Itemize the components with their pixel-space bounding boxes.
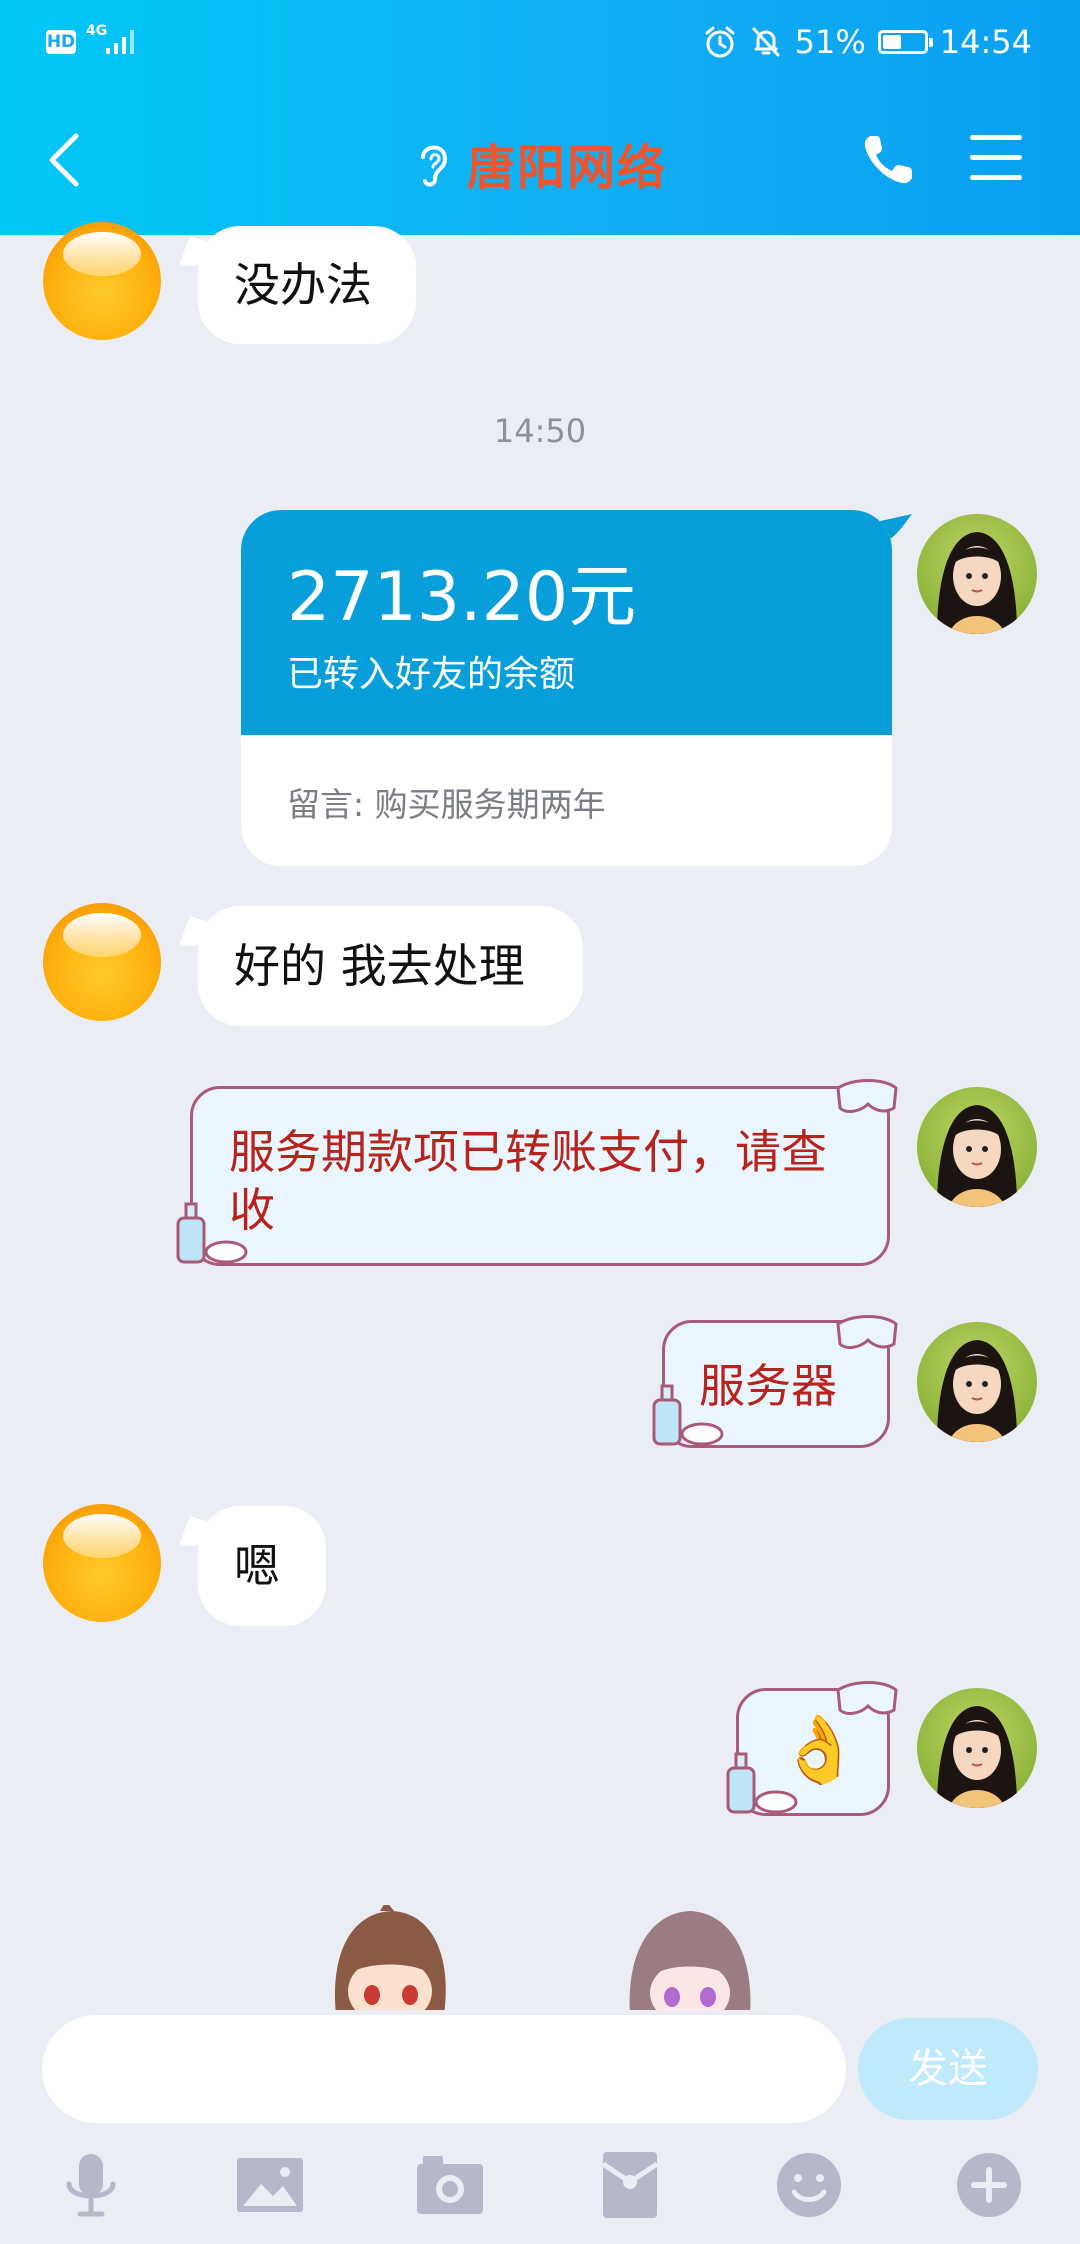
girl-portrait-icon	[937, 1706, 1017, 1808]
my-avatar[interactable]	[917, 1087, 1037, 1207]
emoji-icon[interactable]	[774, 2150, 844, 2220]
soap-bottle-decoration-icon	[652, 1384, 724, 1446]
chat-title: 唐阳网络	[466, 140, 667, 196]
battery-icon	[877, 30, 933, 54]
message-input[interactable]	[42, 2015, 846, 2123]
image-icon[interactable]	[235, 2150, 305, 2220]
alarm-icon	[705, 26, 735, 58]
girl-character-decoration-icon	[629, 1911, 751, 2015]
my-avatar[interactable]	[917, 1322, 1037, 1442]
camera-icon[interactable]	[415, 2150, 485, 2220]
message-text: 好的 我去处理	[234, 939, 525, 993]
clock: 14:54	[939, 23, 1032, 61]
soap-bottle-decoration-icon	[176, 1202, 248, 1264]
microphone-icon[interactable]	[56, 2150, 126, 2220]
girl-portrait-icon	[937, 1105, 1017, 1207]
message-timestamp: 14:50	[493, 412, 587, 450]
hd-indicator: HD	[46, 30, 76, 54]
battery-percent: 51%	[794, 23, 866, 61]
incoming-message-bubble: 没办法	[198, 226, 416, 344]
my-avatar[interactable]	[917, 1688, 1037, 1808]
red-packet-icon[interactable]	[595, 2150, 665, 2220]
phone-call-button[interactable]	[858, 130, 918, 190]
soap-bottle-decoration-icon	[726, 1752, 798, 1814]
transfer-note: 留言: 购买服务期两年	[287, 785, 606, 824]
boy-character-decoration-icon	[334, 1905, 446, 2015]
chat-header: HD 4G 51% 14:54 唐阳网络	[0, 0, 1080, 235]
money-transfer-card[interactable]: 2713.20元 已转入好友的余额 留言: 购买服务期两年	[241, 510, 892, 866]
signal-icon	[106, 30, 134, 54]
transfer-description: 已转入好友的余额	[287, 654, 576, 695]
girl-portrait-icon	[937, 1340, 1017, 1442]
incoming-message-bubble: 好的 我去处理	[198, 906, 583, 1026]
status-bar: HD 4G 51% 14:54	[0, 0, 1080, 85]
outgoing-message-bubble: 服务期款项已转账支付，请查收	[190, 1086, 890, 1266]
message-text: 服务期款项已转账支付，请查收	[229, 1125, 827, 1237]
my-avatar[interactable]	[917, 514, 1037, 634]
send-button[interactable]: 发送	[858, 2018, 1038, 2120]
message-text: 嗯	[234, 1539, 280, 1593]
message-text: 没办法	[234, 258, 372, 312]
incoming-message-bubble: 嗯	[198, 1506, 326, 1626]
contact-avatar[interactable]	[43, 903, 161, 1021]
girl-portrait-icon	[937, 532, 1017, 634]
transfer-amount: 2713.20元	[287, 558, 637, 637]
mute-icon	[752, 27, 780, 57]
menu-button[interactable]	[970, 135, 1022, 183]
goggles-decoration-icon	[836, 1079, 898, 1113]
goggles-decoration-icon	[836, 1315, 898, 1349]
contact-avatar[interactable]	[43, 1504, 161, 1622]
ear-icon[interactable]	[413, 137, 453, 189]
contact-avatar[interactable]	[43, 222, 161, 340]
goggles-decoration-icon	[836, 1681, 898, 1715]
plus-icon[interactable]	[954, 2150, 1024, 2220]
back-button[interactable]	[44, 130, 84, 190]
